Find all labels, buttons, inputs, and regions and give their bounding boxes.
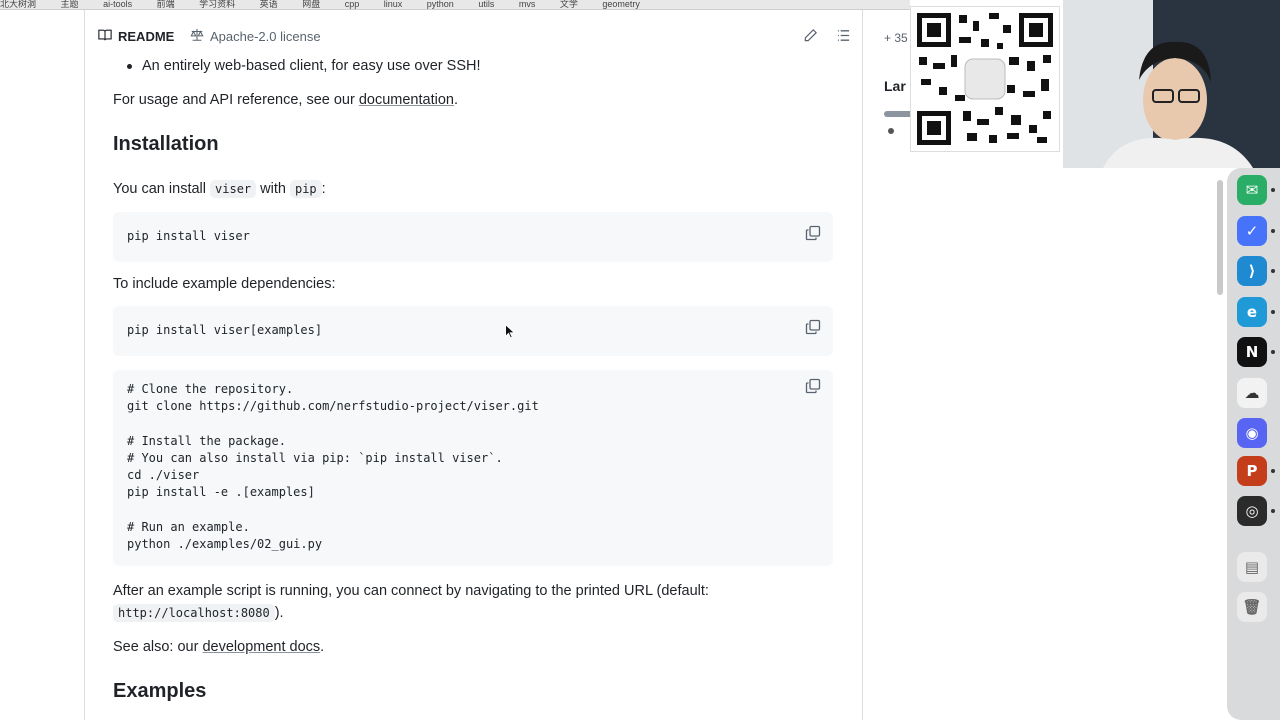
copy-icon[interactable] bbox=[805, 319, 821, 335]
usage-paragraph: For usage and API reference, see our doc… bbox=[113, 89, 458, 111]
tab-readme[interactable]: README bbox=[98, 28, 174, 45]
code-block: pip install viser[examples] bbox=[113, 306, 833, 356]
documentation-link[interactable]: documentation bbox=[359, 92, 454, 108]
development-docs-link[interactable]: development docs bbox=[202, 639, 320, 655]
code-text: pip install viser[examples] bbox=[127, 323, 323, 337]
after-text: After an example script is running, you … bbox=[113, 583, 709, 599]
left-gutter bbox=[0, 10, 85, 720]
running-indicator bbox=[1271, 229, 1275, 233]
bookmark-item[interactable]: python bbox=[427, 0, 454, 9]
bullet-dot bbox=[127, 63, 132, 69]
cloud-app-icon[interactable]: ☁ bbox=[1237, 378, 1267, 408]
after-paragraph: After an example script is running, you … bbox=[113, 580, 709, 602]
bookmark-item[interactable]: geometry bbox=[602, 0, 640, 9]
bookmark-item[interactable]: 英语 bbox=[260, 0, 278, 9]
bookmark-item[interactable]: 学习资料 bbox=[199, 0, 235, 9]
after-suffix: ). bbox=[274, 605, 284, 621]
trash-icon[interactable]: 🗑 bbox=[1237, 592, 1267, 622]
book-icon bbox=[98, 28, 112, 45]
code-block: # Clone the repository. git clone https:… bbox=[113, 370, 833, 566]
bookmark-item[interactable]: 网盘 bbox=[302, 0, 320, 9]
outline-list-icon[interactable] bbox=[836, 28, 851, 46]
sidebar-count[interactable]: + 35 bbox=[884, 31, 908, 45]
running-indicator bbox=[1271, 310, 1275, 314]
webcam-overlay bbox=[1063, 0, 1280, 168]
language-dot bbox=[888, 128, 894, 134]
install-text: : bbox=[321, 181, 326, 197]
discord-icon[interactable]: ◉ bbox=[1237, 418, 1267, 448]
scale-icon bbox=[190, 28, 204, 45]
bookmark-item[interactable]: 文学 bbox=[560, 0, 578, 9]
list-item: An entirely web-based client, for easy u… bbox=[127, 55, 481, 77]
see-also-suffix: . bbox=[320, 639, 325, 655]
qr-code-image bbox=[910, 6, 1060, 152]
notion-icon[interactable]: N bbox=[1237, 337, 1267, 367]
tab-readme-label: README bbox=[118, 29, 175, 44]
list-item-text: An entirely web-based client, for easy u… bbox=[142, 58, 481, 74]
running-indicator bbox=[1271, 269, 1275, 273]
examples-heading: Examples bbox=[113, 680, 207, 702]
document-icon[interactable]: ▤ bbox=[1237, 552, 1267, 582]
running-indicator bbox=[1271, 509, 1275, 513]
readme-panel: README Apache-2.0 license An entirely we… bbox=[86, 10, 863, 720]
after-paragraph-line2: http://localhost:8080). bbox=[113, 602, 284, 624]
pencil-icon[interactable] bbox=[803, 28, 818, 46]
running-indicator bbox=[1271, 188, 1275, 192]
inline-code: pip bbox=[289, 180, 322, 198]
wechat-icon[interactable]: ✉ bbox=[1237, 175, 1267, 205]
bookmark-item[interactable]: ai-tools bbox=[103, 0, 132, 9]
tab-license[interactable]: Apache-2.0 license bbox=[190, 28, 321, 45]
bookmark-item[interactable]: cpp bbox=[345, 0, 360, 9]
install-text: with bbox=[256, 181, 290, 197]
install-paragraph: You can install viser with pip: bbox=[113, 178, 326, 200]
bookmark-item[interactable]: 前端 bbox=[157, 0, 175, 9]
bookmark-item[interactable]: 主题 bbox=[61, 0, 79, 9]
usage-suffix: . bbox=[453, 92, 458, 108]
ticktick-icon[interactable]: ✓ bbox=[1237, 216, 1267, 246]
examples-deps-paragraph: To include example dependencies: bbox=[113, 276, 336, 292]
bookmark-item[interactable]: utils bbox=[478, 0, 494, 9]
inline-code: viser bbox=[210, 180, 257, 198]
bookmark-item[interactable]: mvs bbox=[519, 0, 536, 9]
running-indicator bbox=[1271, 469, 1275, 473]
inline-code: http://localhost:8080 bbox=[113, 604, 275, 622]
obs-icon[interactable]: ◎ bbox=[1237, 496, 1267, 526]
see-also-paragraph: See also: our development docs. bbox=[113, 636, 324, 658]
powerpoint-icon[interactable]: P bbox=[1237, 456, 1267, 486]
code-text: # Clone the repository. git clone https:… bbox=[127, 382, 539, 551]
edge-browser-icon[interactable]: e bbox=[1237, 297, 1267, 327]
tab-license-label: Apache-2.0 license bbox=[210, 29, 321, 44]
installation-heading: Installation bbox=[113, 133, 219, 155]
copy-icon[interactable] bbox=[805, 378, 821, 394]
readme-actions bbox=[803, 28, 851, 46]
running-indicator bbox=[1271, 350, 1275, 354]
install-text: You can install bbox=[113, 181, 211, 197]
readme-tab-bar: README Apache-2.0 license bbox=[86, 24, 862, 52]
usage-text: For usage and API reference, see our bbox=[113, 92, 359, 108]
bookmarks-bar: 北大树洞 主题 ai-tools 前端 学习资料 英语 网盘 cpp linux… bbox=[0, 0, 910, 10]
page-scrollbar[interactable] bbox=[1217, 180, 1223, 295]
mouse-cursor-icon bbox=[505, 323, 516, 339]
bookmark-item[interactable]: linux bbox=[384, 0, 403, 9]
code-text: pip install viser bbox=[127, 229, 250, 243]
macos-dock: ✉ ✓ ⟩ e N ☁ ◉ P ◎ ▤ 🗑 bbox=[1227, 168, 1280, 720]
bookmark-item[interactable]: 北大树洞 bbox=[0, 0, 36, 9]
languages-heading: Lar bbox=[884, 78, 906, 94]
copy-icon[interactable] bbox=[805, 225, 821, 241]
code-block: pip install viser bbox=[113, 212, 833, 262]
vscode-icon[interactable]: ⟩ bbox=[1237, 256, 1267, 286]
see-also-text: See also: our bbox=[113, 639, 203, 655]
